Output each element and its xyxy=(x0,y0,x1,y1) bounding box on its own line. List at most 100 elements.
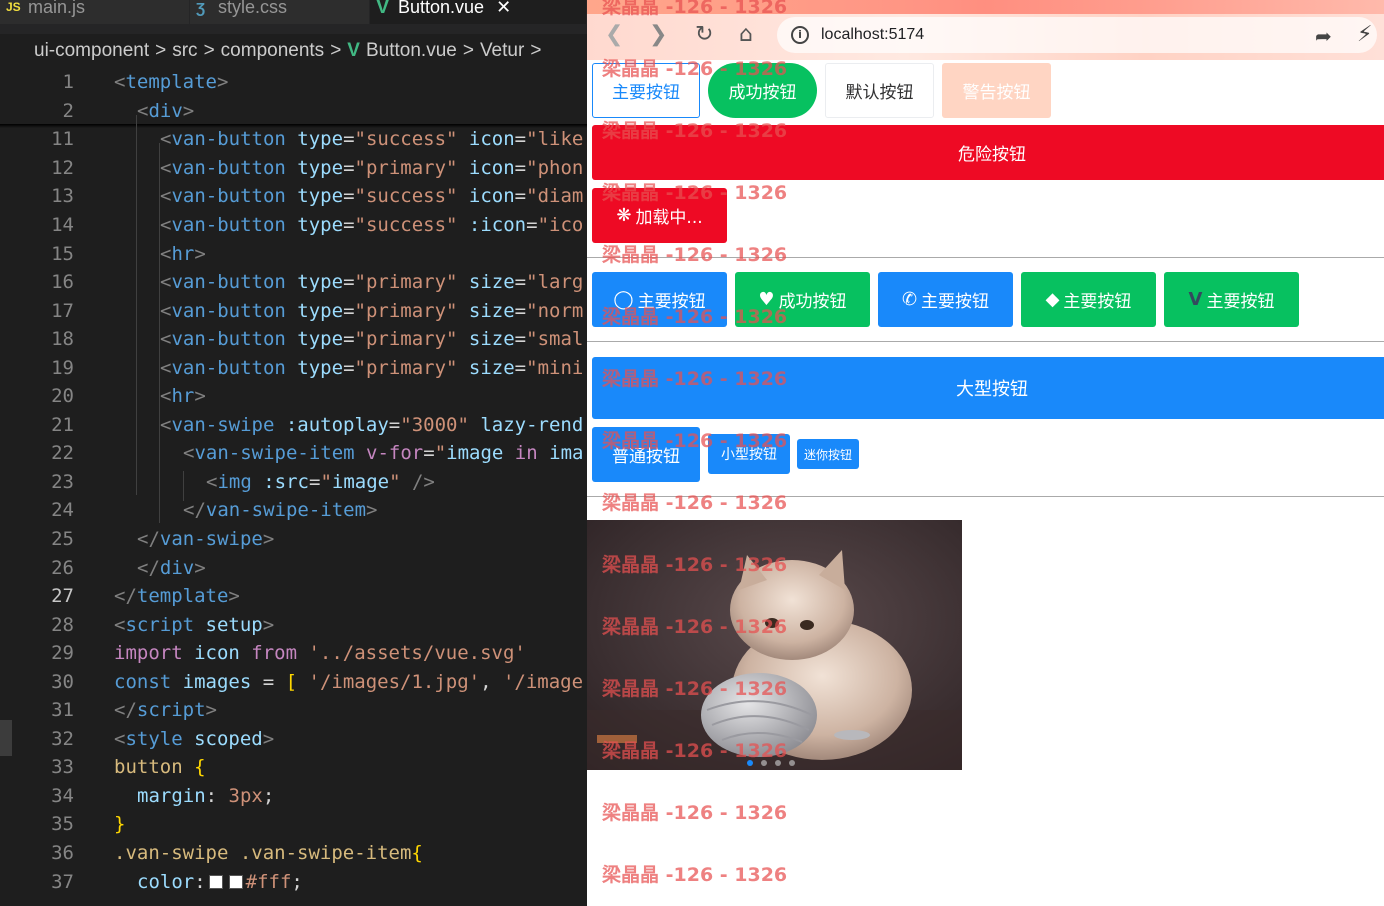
small-button[interactable]: 小型按钮 xyxy=(708,434,790,474)
code-line[interactable]: 16 <van-button type="primary" size="larg xyxy=(0,268,587,297)
default-button[interactable]: 默认按钮 xyxy=(825,63,934,118)
code-line[interactable]: 34 margin: 3px; xyxy=(0,782,587,811)
code-line[interactable]: 30 const images = [ '/images/1.jpg', '/im… xyxy=(0,667,587,696)
danger-block-button[interactable]: 危险按钮 xyxy=(592,125,1384,180)
line-number: 11 xyxy=(51,128,74,151)
share-icon[interactable]: ➦ xyxy=(1315,24,1332,48)
code-token: < xyxy=(183,442,195,465)
icon-button-phone[interactable]: ✆ 主要按钮 xyxy=(878,272,1013,327)
tab-label: main.js xyxy=(28,0,86,17)
tab-style-css[interactable]: Ʒ style.css xyxy=(190,0,370,24)
css-file-icon: Ʒ xyxy=(196,0,206,17)
back-icon[interactable]: ❮ xyxy=(605,22,623,47)
code-line[interactable]: 33 button { xyxy=(0,753,587,782)
code-token: "primary" xyxy=(354,271,469,294)
code-token: size xyxy=(468,299,515,322)
loading-label: 加载中... xyxy=(635,208,703,228)
large-button[interactable]: 大型按钮 xyxy=(592,357,1384,419)
code-token: = xyxy=(343,271,355,294)
watermark-text: 梁晶晶 -126 - 1326 xyxy=(602,802,788,824)
close-icon[interactable]: ✕ xyxy=(496,0,511,18)
code-token: v-for xyxy=(366,442,424,465)
code-text: <van-button type="primary" size="mini xyxy=(74,357,583,379)
code-line[interactable]: 29 import icon from '../assets/vue.svg' xyxy=(0,639,587,668)
code-line[interactable]: 15 <hr> xyxy=(0,239,587,268)
code-line[interactable]: 20 <hr> xyxy=(0,382,587,411)
breadcrumb-item[interactable]: Vetur xyxy=(480,40,524,62)
breadcrumb-item[interactable]: components xyxy=(221,40,325,62)
diamond-icon: ◆ xyxy=(1045,289,1060,310)
swipe-indicator[interactable] xyxy=(789,760,795,766)
icon-button-circle[interactable]: ◯ 主要按钮 xyxy=(592,272,727,327)
code-line[interactable]: 14 <van-button type="success" :icon="ico xyxy=(0,211,587,240)
code-line[interactable]: 36 .van-swipe .van-swipe-item{ xyxy=(0,839,587,868)
code-token: = xyxy=(423,442,435,465)
icon-button-vue[interactable]: V 主要按钮 xyxy=(1164,272,1299,327)
code-token: "success" xyxy=(354,185,469,208)
code-token: = xyxy=(343,356,355,379)
code-token: , xyxy=(480,670,503,693)
home-icon[interactable]: ⌂ xyxy=(739,22,753,47)
code-token: type xyxy=(297,156,344,179)
code-line[interactable]: 27 </template> xyxy=(0,582,587,611)
address-bar[interactable]: i localhost:5174 xyxy=(777,17,1377,53)
swipe-indicator-active[interactable] xyxy=(747,760,753,766)
code-line[interactable]: 18 <van-button type="primary" size="smal xyxy=(0,325,587,354)
code-line[interactable]: 32 <style scoped> xyxy=(0,725,587,754)
code-line[interactable]: 37 color: #fff; xyxy=(0,867,587,896)
code-token: scoped xyxy=(194,727,263,750)
loading-button[interactable]: ❋ 加载中... xyxy=(592,188,727,243)
code-line[interactable]: 22 <van-swipe-item v-for="image in ima xyxy=(0,439,587,468)
indent-guide xyxy=(183,471,184,501)
normal-button[interactable]: 普通按钮 xyxy=(592,427,700,482)
tab-button-vue[interactable]: V Button.vue ✕ xyxy=(370,0,587,24)
icon-button-like[interactable]: ♥ 成功按钮 xyxy=(735,272,870,327)
code-token: '/image xyxy=(502,670,584,693)
primary-plain-button[interactable]: 主要按钮 xyxy=(592,63,700,118)
code-line[interactable]: 2 <div> xyxy=(0,97,587,126)
code-token: icon xyxy=(194,642,252,665)
icon-button-diamond[interactable]: ◆ 主要按钮 xyxy=(1021,272,1156,327)
code-token: = xyxy=(526,214,538,236)
swipe-indicator[interactable] xyxy=(761,760,767,766)
code-line[interactable]: 28 <script setup> xyxy=(0,610,587,639)
forward-icon[interactable]: ❯ xyxy=(649,22,667,47)
code-line[interactable]: 35} xyxy=(0,810,587,839)
code-token: lazy-rend xyxy=(480,413,584,436)
code-line[interactable]: 21 <van-swipe :autoplay="3000" lazy-rend xyxy=(0,411,587,440)
code-line[interactable]: 31 </script> xyxy=(0,696,587,725)
code-line[interactable]: 26 </div> xyxy=(0,553,587,582)
breadcrumb-item[interactable]: src xyxy=(172,40,197,62)
code-text: </script> xyxy=(74,699,217,721)
code-line[interactable]: 1 <template> xyxy=(0,68,587,97)
code-token: van-swipe-item xyxy=(194,442,367,465)
code-line[interactable]: 25 </van-swipe> xyxy=(0,525,587,554)
swipe-indicator[interactable] xyxy=(775,760,781,766)
code-line[interactable]: 13 <van-button type="success" icon="diam xyxy=(0,182,587,211)
info-icon[interactable]: i xyxy=(791,26,809,44)
code-token: > xyxy=(216,71,229,94)
url-text[interactable]: localhost:5174 xyxy=(821,26,924,44)
code-text: <van-button type="primary" size="larg xyxy=(74,271,583,293)
code-line[interactable]: 17 <van-button type="primary" size="norm xyxy=(0,296,587,325)
breadcrumb-item[interactable]: Button.vue xyxy=(366,40,457,62)
extension-icon[interactable]: ⚡ xyxy=(1357,22,1372,47)
reload-icon[interactable]: ↻ xyxy=(695,22,713,47)
breadcrumb-item[interactable]: ui-component xyxy=(34,40,149,62)
code-area[interactable]: 1 <template> 2 <div> 11 <van-button type="suc… xyxy=(0,68,587,896)
code-line[interactable]: 12 <van-button type="primary" icon="phon xyxy=(0,154,587,183)
success-round-button[interactable]: 成功按钮 xyxy=(708,63,817,118)
code-token: hr xyxy=(171,242,195,265)
code-token: button xyxy=(114,756,195,779)
image-swipe[interactable] xyxy=(587,520,962,770)
mini-button[interactable]: 迷你按钮 xyxy=(797,439,859,469)
code-line[interactable]: 23 <img :src="image" /> xyxy=(0,468,587,497)
code-token: type xyxy=(297,328,344,351)
tab-main-js[interactable]: JS main.js xyxy=(0,0,190,24)
code-token: < xyxy=(160,385,172,408)
loading-spinner-icon: ❋ xyxy=(616,205,632,226)
code-line[interactable]: 11 <van-button type="success" icon="like xyxy=(0,125,587,154)
tab-label: Button.vue xyxy=(398,0,485,17)
code-line[interactable]: 24 </van-swipe-item> xyxy=(0,496,587,525)
code-line[interactable]: 19 <van-button type="primary" size="mini xyxy=(0,353,587,382)
